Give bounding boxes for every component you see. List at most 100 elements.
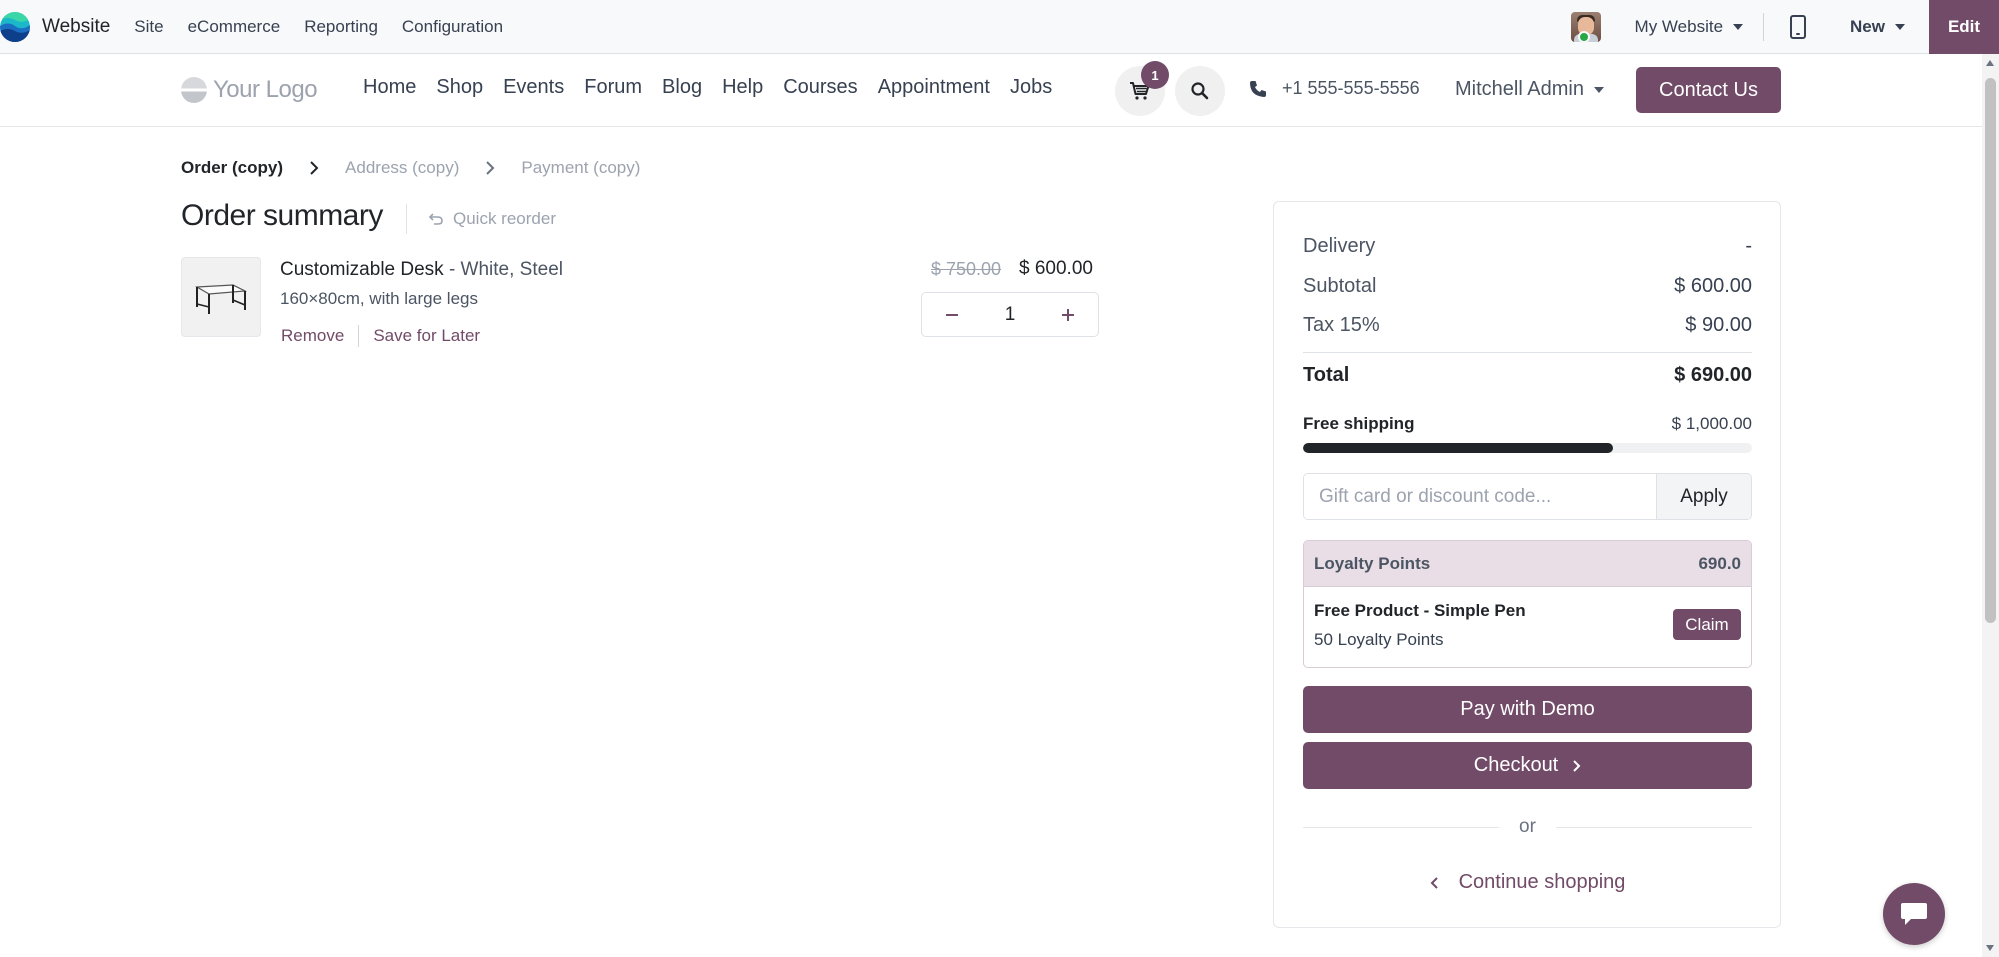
apply-button[interactable]: Apply bbox=[1656, 474, 1751, 519]
app-title[interactable]: Website bbox=[42, 16, 110, 38]
mobile-preview-icon[interactable] bbox=[1790, 15, 1807, 39]
menu-configuration[interactable]: Configuration bbox=[402, 17, 503, 37]
website-selector[interactable]: My Website bbox=[1635, 17, 1744, 37]
website-header: Your Logo Home Shop Events Forum Blog He… bbox=[0, 54, 1982, 127]
loyalty-header: Loyalty Points 690.0 bbox=[1304, 541, 1751, 587]
livechat-button[interactable] bbox=[1883, 883, 1945, 945]
admin-navbar: Website Site eCommerce Reporting Configu… bbox=[0, 0, 1999, 54]
phone-icon bbox=[1250, 80, 1266, 97]
free-shipping-progress-fill bbox=[1303, 443, 1613, 453]
user-name: Mitchell Admin bbox=[1455, 78, 1584, 100]
continue-shopping-label: Continue shopping bbox=[1458, 871, 1626, 893]
phone-link[interactable]: +1 555-555-5556 bbox=[1248, 78, 1420, 99]
product-title: Customizable Desk bbox=[280, 259, 444, 280]
phone-number: +1 555-555-5556 bbox=[1282, 78, 1420, 98]
remove-button[interactable]: Remove bbox=[281, 326, 344, 346]
delivery-row: Delivery - bbox=[1303, 235, 1752, 258]
checkout-label: Checkout bbox=[1473, 754, 1559, 776]
nav-home[interactable]: Home bbox=[363, 76, 416, 99]
step-payment[interactable]: Payment (copy) bbox=[521, 158, 640, 178]
free-shipping-progress bbox=[1303, 443, 1752, 453]
product-actions: Remove Save for Later bbox=[281, 325, 480, 347]
promo-code-input[interactable] bbox=[1304, 474, 1656, 519]
minus-icon bbox=[946, 313, 958, 316]
divider bbox=[406, 204, 407, 234]
nav-blog[interactable]: Blog bbox=[662, 76, 702, 99]
site-logo[interactable]: Your Logo bbox=[181, 76, 318, 104]
website-selector-label: My Website bbox=[1634, 17, 1724, 36]
nav-forum[interactable]: Forum bbox=[584, 76, 642, 99]
quantity-stepper: 1 bbox=[921, 292, 1099, 337]
scrollbar-thumb[interactable] bbox=[1985, 78, 1996, 623]
divider bbox=[1303, 352, 1752, 353]
total-label: Total bbox=[1303, 364, 1350, 386]
free-shipping-threshold: $ 1,000.00 bbox=[1671, 414, 1752, 433]
original-price: $ 750.00 bbox=[931, 259, 1002, 279]
order-summary-card: Delivery - Subtotal $ 600.00 Tax 15% $ 9… bbox=[1273, 201, 1781, 928]
chevron-left-icon bbox=[1430, 876, 1438, 889]
search-button[interactable] bbox=[1175, 66, 1225, 116]
free-shipping-label: Free shipping bbox=[1303, 414, 1415, 433]
save-for-later-button[interactable]: Save for Later bbox=[373, 326, 480, 346]
website-app-icon bbox=[0, 11, 30, 42]
or-label: or bbox=[1519, 816, 1536, 837]
edit-button[interactable]: Edit bbox=[1929, 0, 1999, 54]
nav-courses[interactable]: Courses bbox=[783, 76, 857, 99]
new-button-label: New bbox=[1850, 17, 1885, 36]
continue-shopping-link[interactable]: Continue shopping bbox=[1303, 871, 1752, 894]
user-menu[interactable]: Mitchell Admin bbox=[1455, 78, 1604, 101]
step-order[interactable]: Order (copy) bbox=[181, 158, 283, 178]
reward-name: Free Product - Simple Pen bbox=[1314, 601, 1526, 620]
claim-button[interactable]: Claim bbox=[1673, 609, 1741, 640]
checkout-button[interactable]: Checkout bbox=[1303, 742, 1752, 789]
loyalty-title: Loyalty Points bbox=[1314, 553, 1431, 573]
menu-reporting[interactable]: Reporting bbox=[304, 17, 378, 37]
online-status-dot bbox=[1578, 31, 1590, 43]
menu-ecommerce[interactable]: eCommerce bbox=[188, 17, 281, 37]
or-separator: or bbox=[1303, 816, 1752, 838]
scroll-down-icon[interactable] bbox=[1986, 945, 1994, 951]
nav-shop[interactable]: Shop bbox=[436, 76, 483, 99]
nav-appointment[interactable]: Appointment bbox=[878, 76, 990, 99]
cart-count-badge: 1 bbox=[1141, 61, 1169, 89]
scroll-up-icon[interactable] bbox=[1986, 60, 1994, 66]
checkout-steps: Order (copy) Address (copy) Payment (cop… bbox=[181, 158, 640, 178]
quick-reorder-label: Quick reorder bbox=[453, 209, 556, 228]
quick-reorder-button[interactable]: Quick reorder bbox=[428, 209, 556, 229]
new-button[interactable]: New bbox=[1850, 17, 1905, 37]
loyalty-points-value: 690.0 bbox=[1698, 553, 1741, 573]
loyalty-panel: Loyalty Points 690.0 Free Product - Simp… bbox=[1303, 540, 1752, 668]
decrease-quantity-button[interactable] bbox=[922, 293, 982, 336]
subtotal-value: $ 600.00 bbox=[1674, 275, 1752, 297]
free-shipping-row: Free shipping $ 1,000.00 bbox=[1303, 414, 1752, 434]
caret-down-icon bbox=[1733, 24, 1744, 30]
pay-with-demo-button[interactable]: Pay with Demo bbox=[1303, 686, 1752, 733]
divider bbox=[1763, 13, 1765, 41]
undo-icon bbox=[428, 213, 443, 225]
app-switcher[interactable]: Website bbox=[0, 11, 134, 42]
page-title: Order summary bbox=[181, 199, 383, 232]
nav-jobs[interactable]: Jobs bbox=[1010, 76, 1052, 99]
desk-icon bbox=[194, 284, 248, 314]
quantity-value[interactable]: 1 bbox=[982, 304, 1038, 326]
nav-events[interactable]: Events bbox=[503, 76, 564, 99]
product-image[interactable] bbox=[181, 257, 261, 337]
menu-site[interactable]: Site bbox=[134, 17, 163, 37]
increase-quantity-button[interactable] bbox=[1038, 293, 1098, 336]
product-description: 160×80cm, with large legs bbox=[280, 289, 478, 308]
chevron-right-icon bbox=[485, 160, 495, 176]
nav-help[interactable]: Help bbox=[722, 76, 763, 99]
chat-icon bbox=[1901, 903, 1927, 925]
subtotal-row: Subtotal $ 600.00 bbox=[1303, 275, 1752, 298]
total-row: Total $ 690.00 bbox=[1303, 364, 1752, 387]
promo-code-form: Apply bbox=[1303, 473, 1752, 520]
product-name[interactable]: Customizable Desk - White, Steel bbox=[280, 259, 563, 281]
contact-us-button[interactable]: Contact Us bbox=[1636, 67, 1781, 113]
page-scrollbar[interactable] bbox=[1982, 54, 1999, 957]
chevron-right-icon bbox=[1573, 759, 1581, 772]
chevron-right-icon bbox=[309, 160, 319, 176]
subtotal-label: Subtotal bbox=[1303, 275, 1377, 297]
step-address[interactable]: Address (copy) bbox=[345, 158, 459, 178]
logo-text: Your Logo bbox=[213, 76, 318, 103]
reward-points: 50 Loyalty Points bbox=[1314, 630, 1444, 649]
